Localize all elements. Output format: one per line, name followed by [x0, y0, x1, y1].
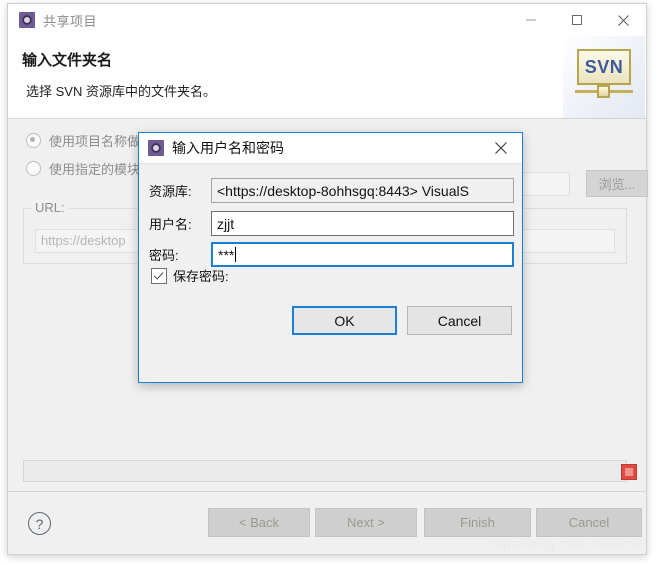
window-title-bar: 共享项目: [8, 4, 646, 36]
page-title: 输入文件夹名: [22, 52, 113, 69]
radio-use-specified-module[interactable]: 使用指定的模块: [26, 159, 140, 178]
ok-button[interactable]: OK: [292, 306, 397, 335]
watermark-text: https://blog.csdn.net/licmi: [487, 536, 642, 551]
svn-share-icon: [19, 12, 35, 28]
maximize-icon[interactable]: [554, 4, 600, 36]
dialog-close-icon[interactable]: [480, 133, 522, 163]
page-description: 选择 SVN 资源库中的文件夹名。: [26, 84, 216, 99]
repository-input: <https://desktop-8ohhsgq:8443> VisualS: [211, 178, 514, 203]
credentials-dialog: 输入用户名和密码 资源库: <https://desktop-8ohhsgq:8…: [138, 132, 523, 383]
progress-status-bar: [23, 460, 627, 482]
password-field-row: 密码: ***: [149, 242, 514, 267]
text-caret: [235, 247, 237, 262]
radio-label: 使用指定的模块: [49, 162, 141, 177]
dialog-title: 输入用户名和密码: [172, 140, 284, 156]
minimize-icon[interactable]: [508, 4, 554, 36]
radio-use-project-name[interactable]: 使用项目名称做: [26, 131, 140, 150]
svn-logo-knob: [597, 85, 610, 98]
repository-field-row: 资源库: <https://desktop-8ohhsgq:8443> Visu…: [149, 178, 514, 203]
save-password-checkbox[interactable]: [151, 267, 167, 284]
back-button[interactable]: < Back: [208, 508, 310, 537]
dialog-title-bar: 输入用户名和密码: [139, 133, 522, 164]
cancel-button[interactable]: Cancel: [536, 508, 642, 537]
save-password-row[interactable]: 保存密码:: [151, 266, 229, 285]
svn-auth-icon: [148, 140, 164, 156]
url-group-label: URL:: [31, 200, 69, 215]
password-label: 密码:: [149, 248, 179, 263]
username-field-row: 用户名: zjjt: [149, 211, 514, 236]
finish-button[interactable]: Finish: [424, 508, 531, 537]
username-label: 用户名:: [149, 217, 192, 232]
radio-icon-unselected: [26, 161, 41, 176]
username-input[interactable]: zjjt: [211, 211, 514, 236]
password-value: ***: [218, 246, 235, 263]
radio-label: 使用项目名称做: [49, 134, 141, 149]
close-icon[interactable]: [600, 4, 646, 36]
radio-icon-selected: [26, 133, 41, 148]
wizard-footer: ? < Back Next > Finish Cancel https://bl…: [8, 491, 646, 554]
help-icon[interactable]: ?: [28, 512, 51, 535]
next-button[interactable]: Next >: [315, 508, 417, 537]
window-controls: [508, 4, 646, 36]
dialog-cancel-button[interactable]: Cancel: [407, 306, 512, 335]
password-input[interactable]: ***: [211, 242, 514, 267]
repository-label: 资源库:: [149, 184, 192, 199]
browse-button[interactable]: 浏览...: [586, 170, 648, 197]
save-password-label: 保存密码:: [173, 269, 229, 284]
stop-icon[interactable]: [621, 464, 637, 480]
window-title: 共享项目: [43, 13, 98, 29]
svn-banner-image: SVN: [563, 36, 645, 118]
svn-logo-text: SVN: [577, 49, 631, 85]
wizard-header: 输入文件夹名 选择 SVN 资源库中的文件夹名。 SVN: [8, 36, 646, 119]
